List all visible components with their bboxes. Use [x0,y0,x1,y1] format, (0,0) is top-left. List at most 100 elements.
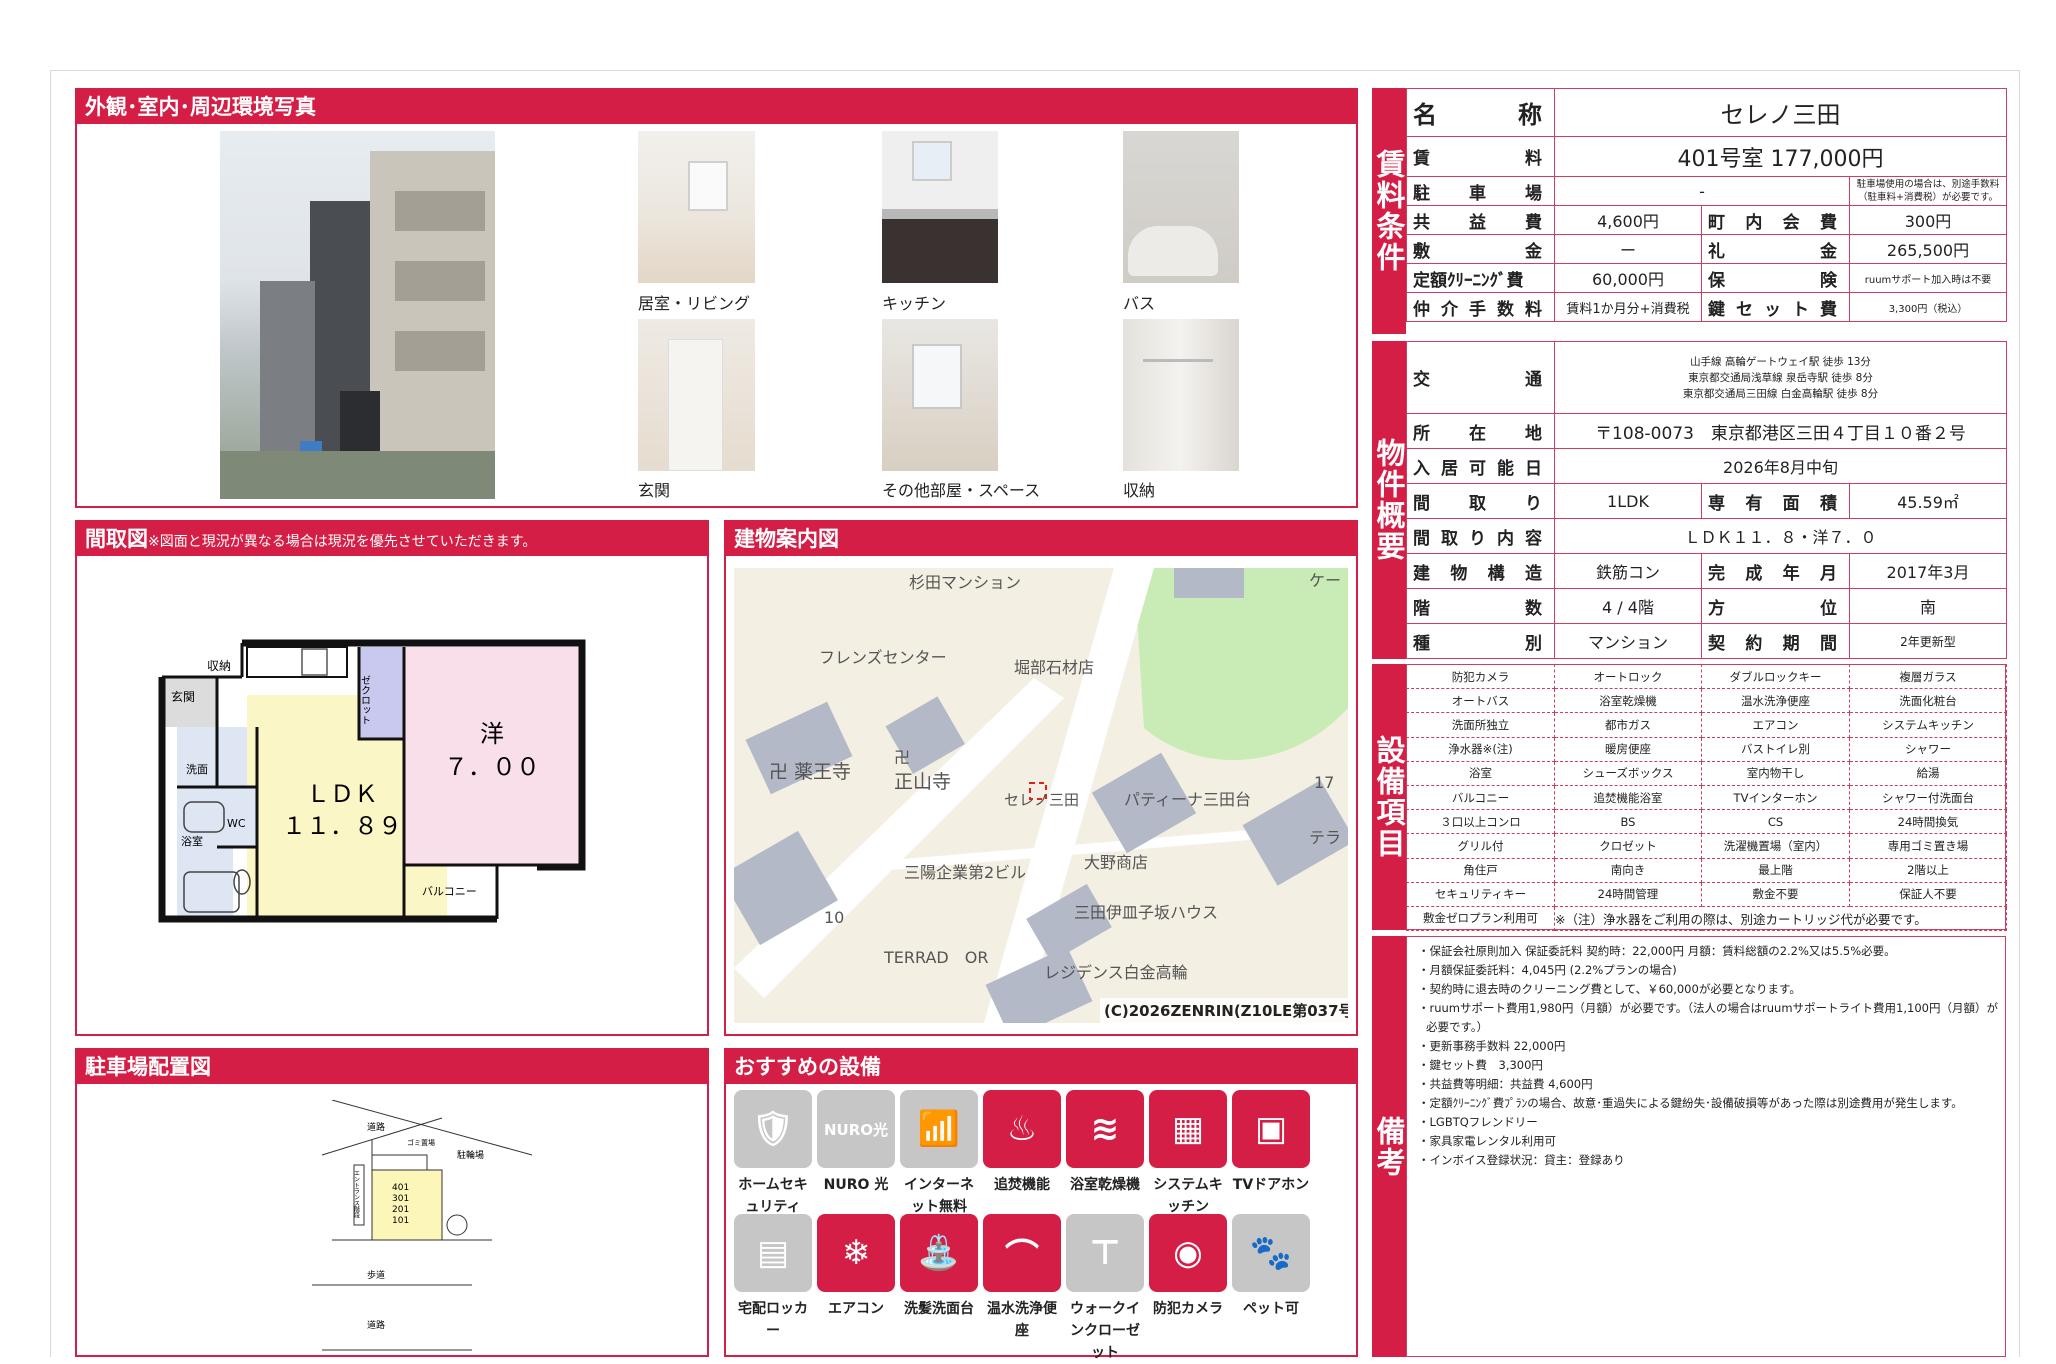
wifi-icon: 📶 [900,1090,978,1168]
living-caption: 居室・リビング [638,294,751,313]
traffic-line-1: 山手線 高輪ゲートウェイ駅 徒歩 13分 [1690,355,1871,368]
wc-label: WC [227,817,246,830]
garbage-label: ゴミ置場 [407,1138,435,1147]
town-fee-value: 300円 [1848,205,2008,235]
traffic-label: 交通 [1406,341,1555,414]
layout-detail-label: 間取り内容 [1406,518,1555,554]
recommended-header: おすすめの設備 [726,1050,1356,1084]
closet-icon: ⊤ [1066,1214,1144,1292]
closet-label: ゼクロット [359,675,371,725]
move-in-label: 入居可能日 [1406,448,1555,484]
equipment-cell: 洗濯機置場（室内） [1701,833,1850,859]
recommended-item-label: ペット可 [1243,1301,1299,1317]
remark-line: ・定額ｸﾘｰﾆﾝｸﾞ費ﾌﾟﾗﾝの場合、故意･重過失による鍵紛失･設備破損等があっ… [1418,1096,1963,1110]
rent-value: 401号室 177,000円 [1553,136,2008,177]
floor-value: 4 / 4階 [1554,588,1702,624]
kitchen-caption: キッチン [882,294,947,313]
map-label-5: 正山寺 [894,771,951,793]
remark-line: ・契約時に退去時のクリーニング費として、￥60,000が必要となります。 [1418,982,1801,996]
equipment-cell: 24時間換気 [1849,809,2007,835]
recommended-item-label: 浴室乾燥機 [1070,1177,1140,1193]
recommended-item: ⊤ ウォークインクローゼット [1066,1214,1144,1364]
sidewalk-label: 歩道 [367,1269,385,1281]
area-value: 45.59㎡ [1849,483,2007,519]
equipment-cell: シャワー [1849,736,2007,762]
equipment-cell: 温水洗浄便座 [1701,688,1850,714]
equipment-cell: クロゼット [1554,833,1702,859]
address-label: 所在地 [1406,413,1555,449]
ldk-size-label: １１．８９ [282,812,402,840]
recommended-item-label: 温水洗浄便座 [987,1301,1057,1339]
equipment-cell: 洗面所独立 [1406,712,1555,738]
type-value: マンション [1554,623,1702,659]
contract-value: 2年更新型 [1849,623,2007,659]
move-in-value: 2026年8月中旬 [1554,448,2007,484]
equipment-cell: 最上階 [1701,857,1850,883]
map-label-3: 卍 薬王寺 [769,761,851,783]
equipment-cell: オートバス [1406,688,1555,714]
name-label: 名 称 [1406,88,1555,137]
address-value: 〒108-0073 東京都港区三田４丁目１０番２号 [1554,413,2007,449]
structure-label: 建物構造 [1406,553,1555,589]
direction-label: 方位 [1701,588,1850,624]
photos-header: 外観･室内･周辺環境写真 [77,90,1356,124]
remarks-list: ・保証会社原則加入 保証委託料 契約時：22,000円 月額：賃料総額の2.2%… [1416,942,2000,1170]
recommended-item: ▦ システムキッチン [1149,1090,1227,1218]
shield-icon: 🛡 [734,1090,812,1168]
equipment-cell: システムキッチン [1849,712,2007,738]
equipment-cell: 洗面化粧台 [1849,688,2007,714]
exterior-photo [220,131,495,499]
remark-line: ・保証会社原則加入 保証委託料 契約時：22,000円 月額：賃料総額の2.2%… [1418,944,1896,958]
insurance-label: 保険 [1701,263,1850,293]
road-top-label: 道路 [367,1121,385,1133]
bike-parking-label: 駐輪場 [457,1149,484,1161]
key-set-label: 鍵セット費 [1701,292,1850,322]
deposit-label: 敷金 [1406,234,1555,264]
other-room-caption: その他部屋・スペース [882,481,1041,500]
area-label: 専有面積 [1701,483,1850,519]
key-money-value: 265,500円 [1848,234,2008,264]
remark-line: ・LGBTQフレンドリー [1418,1115,1538,1129]
map-label-16: 10 [824,908,844,927]
floorplan-panel: 間取図※図面と現況が異なる場合は現況を優先させていただきます。 収納 玄関 洗面… [75,520,709,1036]
building-map[interactable]: 杉田マンション フレンズセンター 堀部石材店 卍 薬王寺 卍 正山寺 セレノ三田… [734,568,1348,1023]
equipment-cell: 浴室乾燥機 [1554,688,1702,714]
map-label-6: セレノ三田 [1004,791,1079,809]
storage-caption: 収納 [1123,481,1156,500]
equipment-table: 防犯カメラ オートロック ダブルロックキー 複層ガラス オートバス 浴室乾燥機 温水洗浄便座… [1406,663,2007,932]
equipment-cell: 防犯カメラ [1406,663,1555,690]
entrance-label: 玄関 [171,689,195,704]
unit-101: 101 [392,1216,409,1226]
recommended-item: ◉ 防犯カメラ [1149,1214,1227,1320]
western-size-label: ７．００ [444,753,540,781]
equipment-cell: 追焚機能浴室 [1554,784,1702,811]
deposit-zero-plan-cell: 敷金ゼロプラン利用可 [1406,905,1555,932]
photos-panel: 外観･室内･周辺環境写真 居室・リビング キッチン バス 玄関 その他部屋・スペ… [75,88,1358,508]
rent-label: 賃 料 [1406,136,1555,177]
overview-side-label: 物件概要 [1372,341,1406,659]
map-label-8: 三陽企業第2ビル [904,863,1026,882]
parking-panel: 駐車場配置図 道路 ゴミ置場 駐輪場 エントランス階段 401 301 201 … [75,1048,709,1357]
equipment-cell: オートロック [1554,663,1702,690]
equipment-cell: CS [1701,809,1850,835]
recommended-item: ❄ エアコン [817,1214,895,1320]
equipment-cell: シューズボックス [1554,760,1702,786]
unit-401: 401 [392,1183,409,1193]
entrance-stairs-label: エントランス階段 [353,1170,360,1219]
wash-label: 洗面 [186,763,208,776]
brokerage-label: 仲介手数料 [1406,292,1555,322]
recommended-item: ▣ TVドアホン [1232,1090,1310,1196]
floorplan-drawing: 収納 玄関 洗面 浴室 WC ゼクロット ＬＤＫ １１．８９ 洋 ７．００ バル… [158,639,586,923]
key-money-label: 礼金 [1701,234,1850,264]
map-copyright: (C)2026ZENRIN(Z10LE第037号) [1104,1002,1348,1020]
remark-line: ・ruumサポート費用1,980円（月額）が必要です。（法人の場合はruumサポ… [1418,1001,1998,1034]
equipment-cell: 南向き [1554,857,1702,883]
remarks-side-label: 備考 [1372,936,1406,1357]
parking-header: 駐車場配置図 [77,1050,707,1084]
equipment-cell: エアコン [1701,712,1850,738]
equipment-cell: 敷金不要 [1701,881,1850,907]
traffic-line-2: 東京都交通局浅草線 泉岳寺駅 徒歩 8分 [1688,371,1873,384]
map-label-2: 堀部石材店 [1014,658,1094,677]
deposit-value: ー [1554,234,1702,264]
parking-label: 駐車場 [1406,176,1555,206]
